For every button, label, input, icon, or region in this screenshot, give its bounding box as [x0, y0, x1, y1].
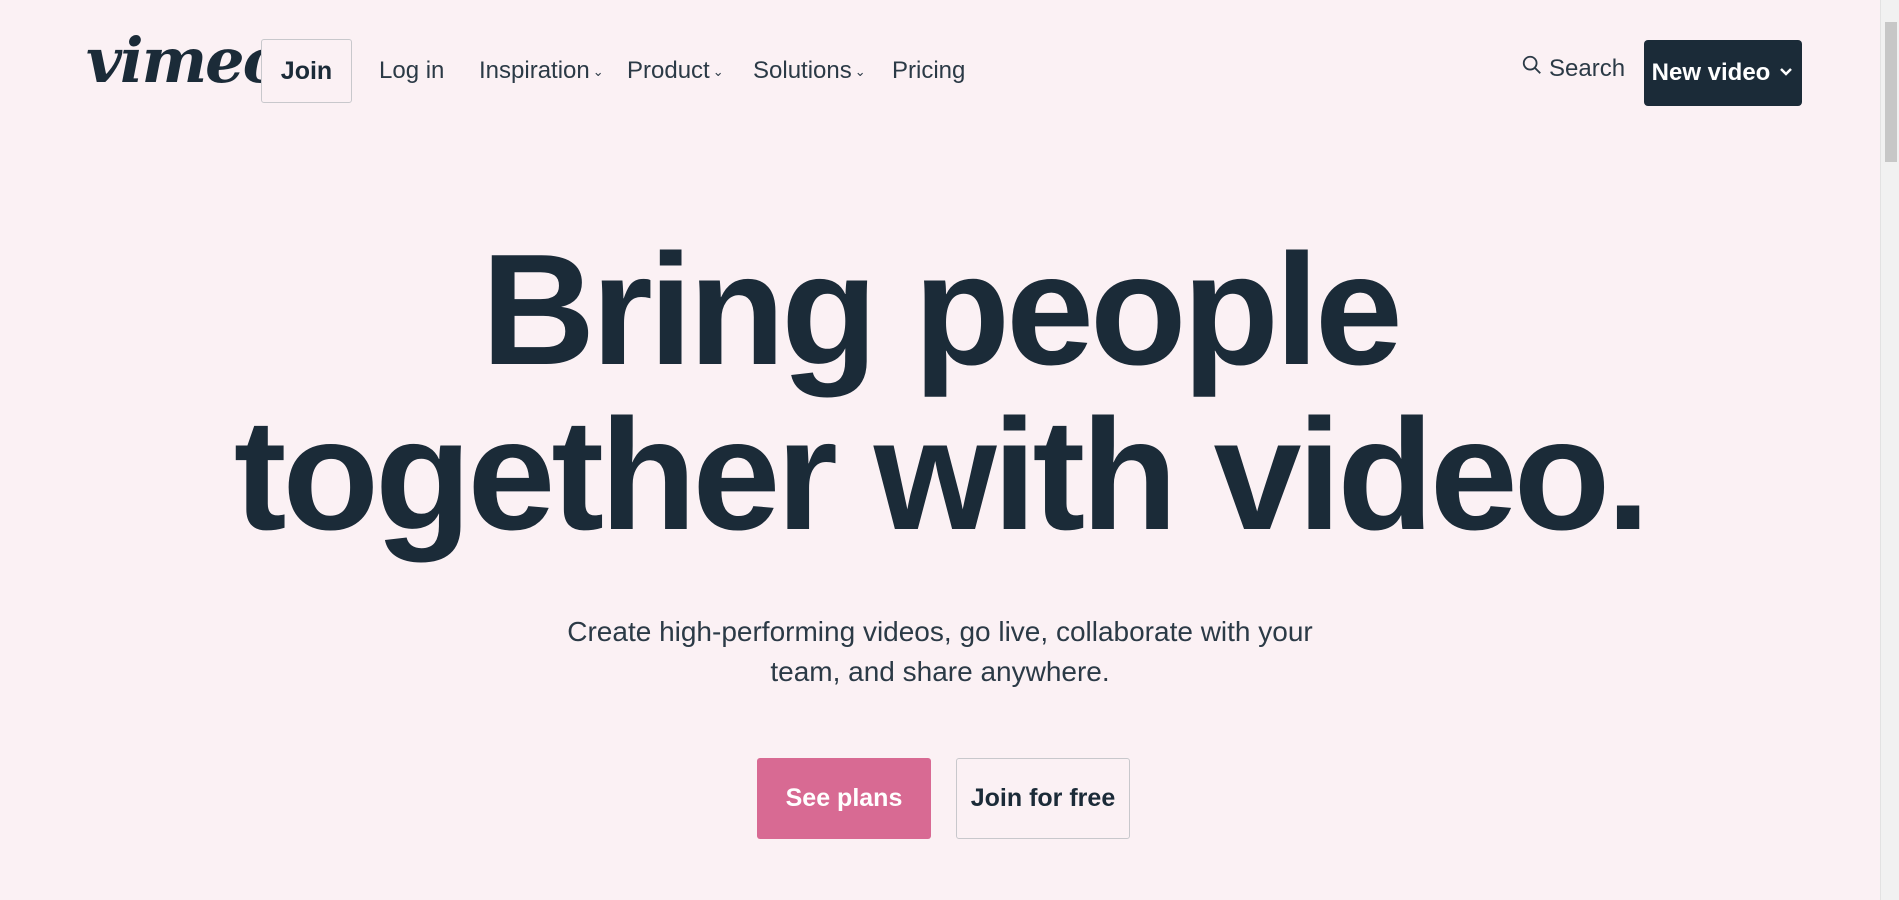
- new-video-label: New video: [1651, 59, 1771, 86]
- chevron-down-icon: [1778, 59, 1794, 87]
- hero-title: Bring people together with video.: [0, 228, 1880, 558]
- page-scrollbar[interactable]: [1880, 0, 1899, 900]
- hero-title-line1: Bring people: [481, 222, 1403, 398]
- hero-subtitle-line2: team, and share anywhere.: [770, 656, 1110, 687]
- page: vimeo Join Log in Inspiration ⌄ Product ⌄ …: [0, 0, 1899, 900]
- join-button[interactable]: Join: [261, 39, 352, 103]
- hero-subtitle-line1: Create high-performing videos, go live, …: [567, 616, 1313, 647]
- chevron-down-icon: ⌄: [592, 64, 604, 79]
- hero-title-line2: together with video.: [233, 387, 1650, 563]
- nav-pricing[interactable]: Pricing: [892, 57, 965, 85]
- nav-solutions[interactable]: Solutions ⌄: [753, 57, 866, 85]
- chevron-down-icon: ⌄: [854, 64, 866, 79]
- search-button[interactable]: Search: [1521, 54, 1625, 83]
- nav-log-in[interactable]: Log in: [379, 57, 444, 85]
- nav-pricing-label: Pricing: [892, 57, 966, 84]
- chevron-down-icon: ⌄: [712, 64, 724, 79]
- nav-log-in-label: Log in: [379, 57, 445, 84]
- nav-inspiration-label: Inspiration: [479, 57, 590, 84]
- scrollbar-thumb[interactable]: [1885, 22, 1897, 162]
- hero-subtitle: Create high-performing videos, go live, …: [560, 612, 1320, 692]
- search-label: Search: [1549, 54, 1626, 82]
- nav-solutions-label: Solutions: [753, 57, 852, 84]
- nav-product[interactable]: Product ⌄: [627, 57, 724, 85]
- join-for-free-button[interactable]: Join for free: [956, 758, 1130, 839]
- see-plans-button[interactable]: See plans: [757, 758, 931, 839]
- search-icon: [1521, 54, 1543, 83]
- vimeo-logo[interactable]: vimeo: [86, 30, 284, 92]
- new-video-button[interactable]: New video: [1644, 40, 1802, 106]
- nav-product-label: Product: [627, 57, 710, 84]
- nav-inspiration[interactable]: Inspiration ⌄: [479, 57, 604, 85]
